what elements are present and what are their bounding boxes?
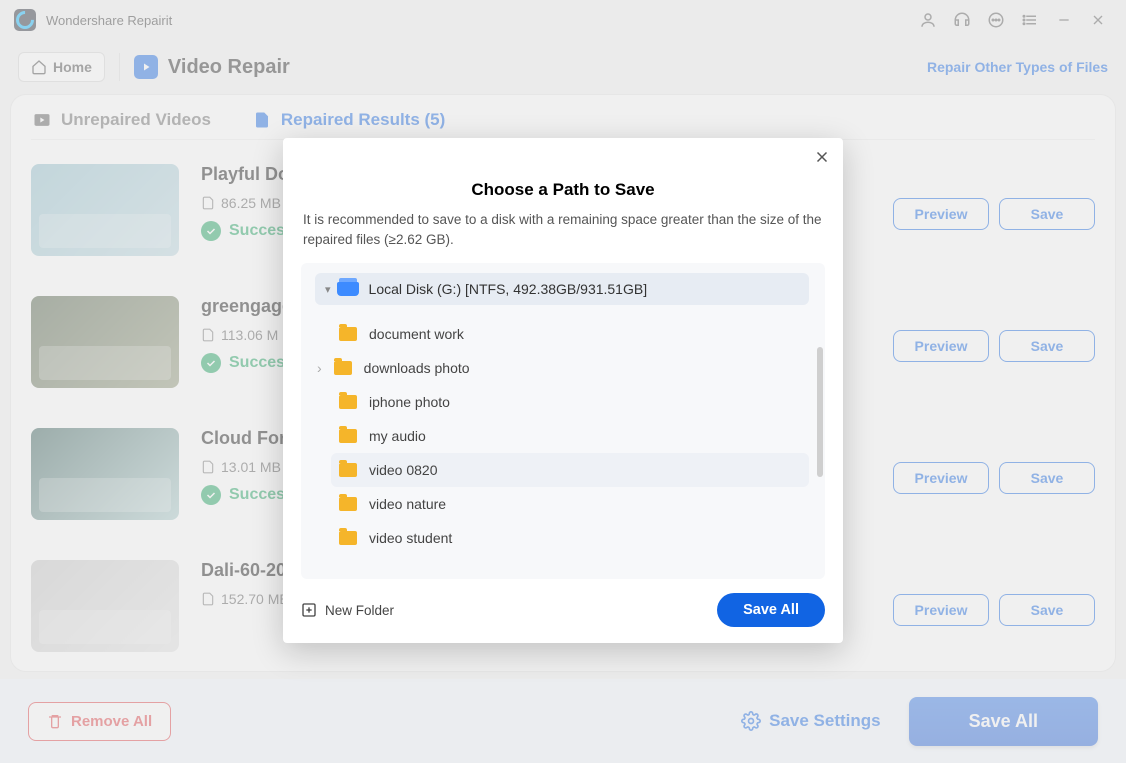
folder-row[interactable]: my audio (331, 419, 809, 453)
modal-title: Choose a Path to Save (301, 180, 825, 200)
folder-row[interactable]: video 0820 (331, 453, 809, 487)
folder-icon (334, 361, 352, 375)
modal-subtitle: It is recommended to save to a disk with… (301, 210, 825, 249)
modal-save-all-button[interactable]: Save All (717, 593, 825, 627)
folder-icon (339, 463, 357, 477)
folder-row[interactable]: video nature (331, 487, 809, 521)
new-folder-label: New Folder (325, 603, 394, 618)
folder-row[interactable]: downloads photo (331, 351, 809, 385)
folder-row[interactable]: iphone photo (331, 385, 809, 419)
folder-icon (339, 327, 357, 341)
folder-label: my audio (369, 428, 426, 444)
folder-label: video nature (369, 496, 446, 512)
new-folder-button[interactable]: New Folder (301, 602, 394, 618)
disk-row[interactable]: ▾ Local Disk (G:) [NTFS, 492.38GB/931.51… (315, 273, 809, 305)
scrollbar[interactable] (817, 347, 823, 477)
folder-icon (339, 497, 357, 511)
folder-label: video student (369, 530, 452, 546)
folder-row[interactable]: video student (331, 521, 809, 555)
chevron-down-icon: ▾ (325, 283, 331, 296)
folder-label: iphone photo (369, 394, 450, 410)
folder-tree: ▾ Local Disk (G:) [NTFS, 492.38GB/931.51… (301, 263, 825, 579)
folder-row[interactable]: document work (331, 317, 809, 351)
disk-icon (337, 282, 359, 296)
folder-label: downloads photo (364, 360, 470, 376)
folder-label: video 0820 (369, 462, 438, 478)
save-path-modal: Choose a Path to Save It is recommended … (283, 138, 843, 643)
folder-icon (339, 429, 357, 443)
folder-icon (339, 531, 357, 545)
modal-close-button[interactable] (813, 148, 831, 166)
folder-icon (339, 395, 357, 409)
folder-label: document work (369, 326, 464, 342)
disk-label: Local Disk (G:) [NTFS, 492.38GB/931.51GB… (369, 281, 648, 297)
